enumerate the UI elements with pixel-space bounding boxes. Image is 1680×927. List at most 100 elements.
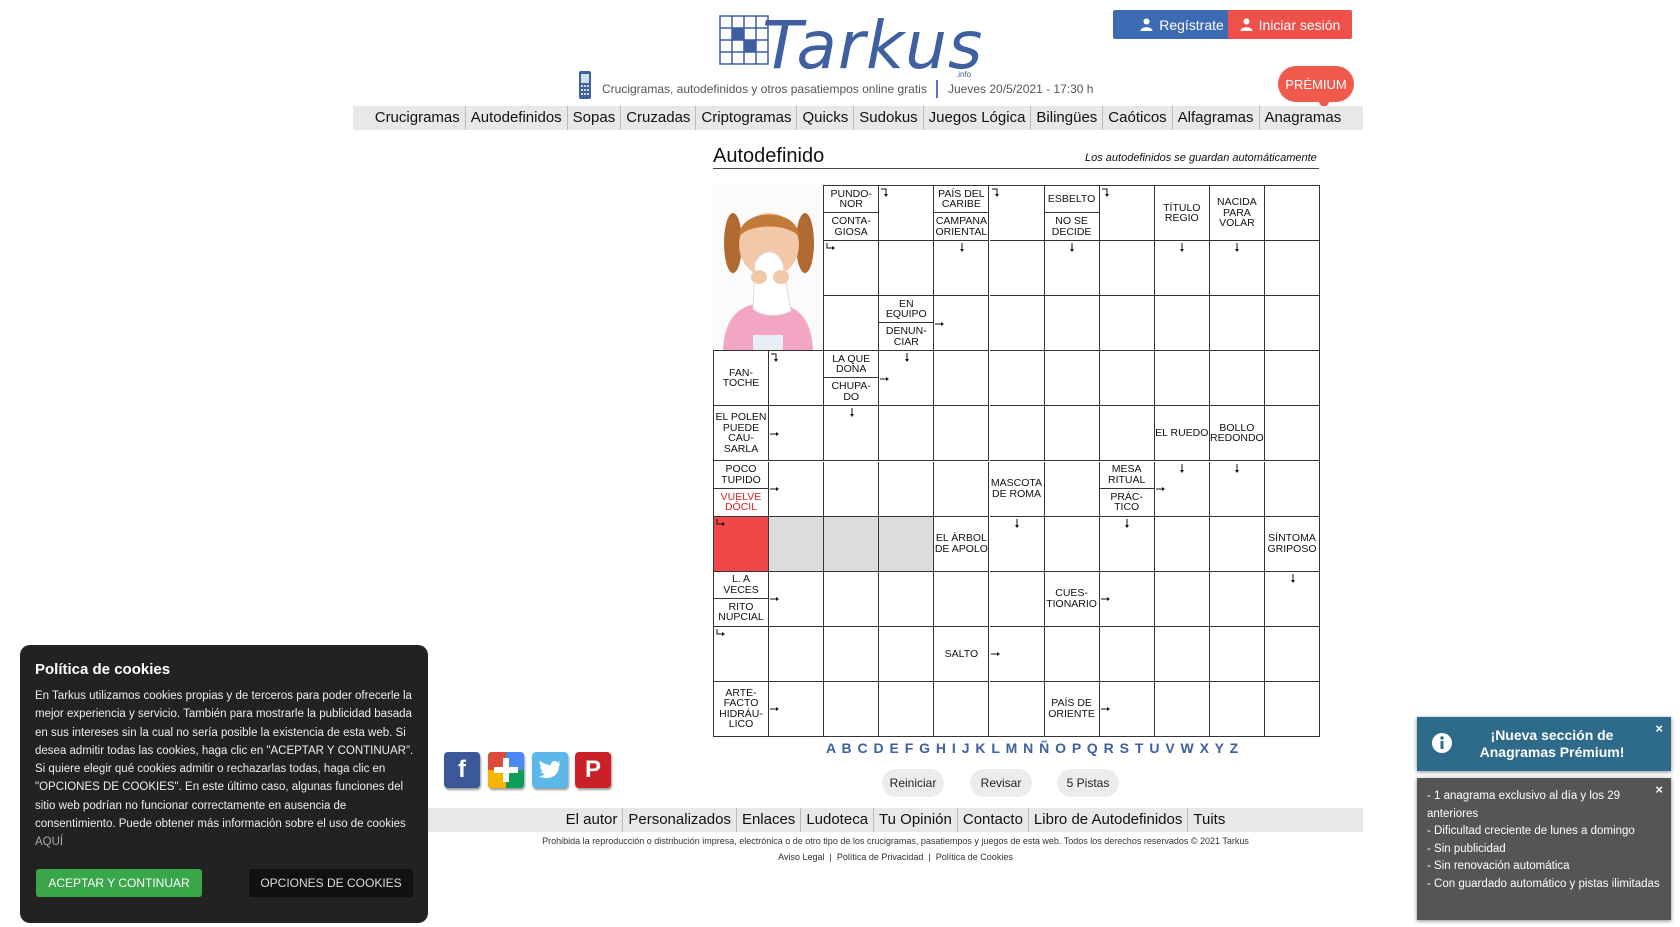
close-icon[interactable]: ×: [1655, 721, 1663, 736]
answer-cell[interactable]: [1099, 296, 1155, 352]
answer-cell[interactable]: [879, 516, 935, 572]
answer-cell[interactable]: [1044, 296, 1100, 352]
answer-cell[interactable]: [1209, 351, 1265, 407]
answer-cell[interactable]: [1044, 351, 1100, 407]
premium-notification[interactable]: ¡Nueva sección de Anagramas Prémium! ×: [1417, 717, 1671, 771]
close-icon[interactable]: ×: [1655, 782, 1663, 797]
nav-item-alfagramas[interactable]: Alfagramas: [1173, 106, 1260, 130]
answer-cell[interactable]: [1154, 626, 1210, 682]
answer-cell[interactable]: [934, 351, 990, 407]
answer-cell[interactable]: [934, 681, 990, 737]
answer-cell[interactable]: [1265, 241, 1320, 297]
premium-badge[interactable]: PRÉMIUM: [1278, 66, 1354, 102]
answer-cell[interactable]: [934, 406, 990, 462]
answer-cell[interactable]: [769, 626, 825, 682]
answer-cell[interactable]: [1265, 406, 1320, 462]
site-logo[interactable]: Tarkus .info: [718, 10, 982, 82]
nav-item-criptogramas[interactable]: Criptogramas: [696, 106, 798, 130]
answer-cell[interactable]: [824, 516, 880, 572]
legal-link-cookies[interactable]: Política de Cookies: [936, 852, 1013, 862]
answer-cell[interactable]: [1265, 681, 1320, 737]
accept-cookies-button[interactable]: ACEPTAR Y CONTINUAR: [36, 869, 202, 897]
answer-cell[interactable]: [1265, 461, 1320, 517]
answer-cell[interactable]: [1209, 626, 1265, 682]
legal-link-aviso[interactable]: Aviso Legal: [778, 852, 824, 862]
answer-cell[interactable]: [1154, 571, 1210, 627]
facebook-icon[interactable]: f: [444, 752, 480, 788]
answer-cell[interactable]: [824, 681, 880, 737]
nav-item-quicks[interactable]: Quicks: [797, 106, 855, 130]
answer-cell[interactable]: [879, 626, 935, 682]
answer-cell[interactable]: [1044, 461, 1100, 517]
check-button[interactable]: Revisar: [970, 769, 1032, 797]
answer-cell[interactable]: [1209, 681, 1265, 737]
nav-item-anagramas[interactable]: Anagramas: [1260, 106, 1347, 130]
answer-cell[interactable]: [934, 571, 990, 627]
nav-item-juegos-logica[interactable]: Juegos Lógica: [924, 106, 1032, 130]
answer-cell[interactable]: [1154, 681, 1210, 737]
answer-cell[interactable]: [1209, 571, 1265, 627]
footer-link-libro[interactable]: Libro de Autodefinidos: [1029, 808, 1189, 832]
premium-features-notification[interactable]: - 1 anagrama exclusivo al día y los 29 a…: [1417, 778, 1671, 920]
answer-cell[interactable]: [1099, 626, 1155, 682]
answer-cell[interactable]: [769, 516, 825, 572]
answer-cell[interactable]: [1265, 296, 1320, 352]
answer-cell[interactable]: [1099, 241, 1155, 297]
answer-cell[interactable]: [824, 461, 880, 517]
answer-cell[interactable]: [989, 351, 1045, 407]
answer-cell[interactable]: [879, 571, 935, 627]
nav-item-crucigramas[interactable]: Crucigramas: [370, 106, 466, 130]
answer-cell[interactable]: [1044, 516, 1100, 572]
letter-picker[interactable]: A B C D E F G H I J K L M N Ñ O P Q R S …: [826, 740, 1238, 756]
answer-cell[interactable]: [989, 571, 1045, 627]
clue-pais-caribe: PAÍS DEL CARIBE: [934, 186, 989, 213]
nav-item-autodefinidos[interactable]: Autodefinidos: [466, 106, 568, 130]
reset-button[interactable]: Reiniciar: [882, 769, 944, 797]
answer-cell[interactable]: [824, 296, 880, 352]
footer-link-tuits[interactable]: Tuits: [1188, 808, 1230, 832]
nav-item-cruzadas[interactable]: Cruzadas: [621, 106, 697, 130]
clue-arrow-icon: [826, 243, 836, 251]
answer-cell[interactable]: [879, 681, 935, 737]
answer-cell[interactable]: [824, 571, 880, 627]
cookie-more-link[interactable]: AQUÍ: [35, 836, 63, 848]
answer-cell[interactable]: [1154, 516, 1210, 572]
answer-cell[interactable]: [879, 406, 935, 462]
answer-cell[interactable]: [1209, 516, 1265, 572]
answer-cell[interactable]: [934, 461, 990, 517]
answer-cell[interactable]: [989, 241, 1045, 297]
answer-cell[interactable]: [879, 461, 935, 517]
cookie-options-button[interactable]: OPCIONES DE COOKIES: [249, 869, 413, 897]
answer-cell[interactable]: [879, 241, 935, 297]
answer-cell[interactable]: [1099, 406, 1155, 462]
footer-link-contacto[interactable]: Contacto: [958, 808, 1029, 832]
footer-link-opinion[interactable]: Tu Opinión: [874, 808, 958, 832]
twitter-icon[interactable]: [532, 752, 568, 788]
footer-link-autor[interactable]: El autor: [561, 808, 624, 832]
hints-button[interactable]: 5 Pistas: [1057, 769, 1119, 797]
legal-link-privacidad[interactable]: Política de Privacidad: [837, 852, 924, 862]
answer-cell[interactable]: [824, 626, 880, 682]
nav-item-bilingues[interactable]: Bilingües: [1031, 106, 1104, 130]
footer-link-enlaces[interactable]: Enlaces: [737, 808, 802, 832]
answer-cell[interactable]: [1044, 406, 1100, 462]
answer-cell[interactable]: [1044, 626, 1100, 682]
answer-cell[interactable]: [989, 681, 1045, 737]
nav-item-sopas[interactable]: Sopas: [568, 106, 622, 130]
footer-link-ludoteca[interactable]: Ludoteca: [801, 808, 875, 832]
answer-cell[interactable]: [1265, 626, 1320, 682]
footer-link-personalizados[interactable]: Personalizados: [623, 808, 737, 832]
answer-cell[interactable]: [1154, 351, 1210, 407]
pinterest-icon[interactable]: P: [575, 752, 611, 788]
nav-item-caoticos[interactable]: Caóticos: [1103, 106, 1173, 130]
add-bookmark-icon[interactable]: [488, 752, 524, 788]
answer-cell[interactable]: [1265, 186, 1320, 241]
answer-cell[interactable]: [1265, 351, 1320, 407]
answer-cell[interactable]: [989, 406, 1045, 462]
answer-cell[interactable]: [1154, 296, 1210, 352]
nav-item-sudokus[interactable]: Sudokus: [854, 106, 924, 130]
answer-cell[interactable]: [989, 296, 1045, 352]
login-button[interactable]: Iniciar sesión: [1228, 10, 1352, 39]
answer-cell[interactable]: [1099, 351, 1155, 407]
answer-cell[interactable]: [1209, 296, 1265, 352]
